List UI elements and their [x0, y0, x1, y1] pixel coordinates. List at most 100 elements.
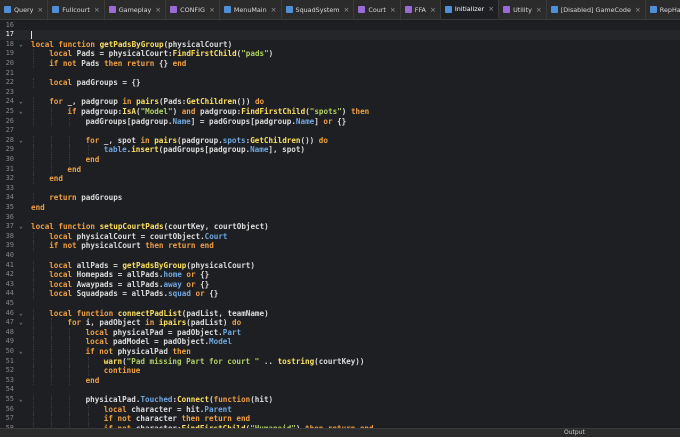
tab-squadsystem[interactable]: SquadSystem × [282, 0, 355, 19]
code-line[interactable]: 31 end [0, 164, 680, 175]
tab-court[interactable]: Court × [354, 0, 401, 19]
code-line[interactable]: 39 if not physicalCourt then return end [0, 241, 680, 251]
tab-gameplay[interactable]: Gameplay × [105, 0, 167, 19]
code-token: Court [204, 231, 228, 241]
close-icon[interactable]: × [488, 5, 494, 13]
code-line[interactable]: 54 [0, 385, 680, 395]
close-icon[interactable]: × [536, 6, 542, 14]
code-line[interactable]: 55 ⌄ physicalPad.Touched:Connect(function(… [0, 394, 680, 405]
indent-guide [51, 404, 53, 415]
tab-config[interactable]: CONFIG × [166, 0, 220, 19]
code-line[interactable]: 43 local Awaypads = allPads.away or {} [0, 279, 680, 290]
code-line[interactable]: 20 if not Pads then return {} end [0, 58, 680, 69]
code-line[interactable]: 18 ⌄ local function getPadsByGroup(physica… [0, 40, 680, 50]
code-token: allPads = [76, 260, 123, 270]
code-line[interactable]: 53 end [0, 375, 680, 386]
line-number: 54 [5, 385, 14, 394]
code-line[interactable]: 56 local character = hit.Parent [0, 404, 680, 415]
code-token: (Pads: [158, 97, 187, 107]
close-icon[interactable]: × [94, 6, 100, 14]
code-line[interactable]: 50 ⌄ if not physicalPad then [0, 346, 680, 357]
close-icon[interactable]: × [430, 6, 436, 14]
script-icon [223, 6, 231, 13]
code-line[interactable]: 34 return padGroups [0, 193, 680, 203]
indent-guide [51, 375, 53, 386]
code-line[interactable]: 37 ⌄ local function setupCourtPads(courtKe… [0, 222, 680, 232]
code-line[interactable]: 46 ⌄ local function connectPadList(padList… [0, 308, 680, 319]
tab-initializer[interactable]: Initializer × [440, 0, 500, 19]
line-number: 18 [5, 39, 14, 48]
code-text: local function getPadsByGroup(physicalCo… [31, 40, 232, 50]
tab-fullcourt[interactable]: Fullcourt × [48, 0, 105, 19]
tab-utility[interactable]: Utility × [499, 0, 547, 19]
tab-query[interactable]: Query × [0, 0, 49, 19]
code-line[interactable]: 40 [0, 251, 680, 261]
fold-chevron-icon[interactable]: ⌄ [19, 395, 23, 405]
code-line[interactable]: 48 local physicalPad = padObject.Part [0, 327, 680, 338]
code-token: or [186, 279, 201, 289]
tab-menumain[interactable]: MenuMain × [220, 0, 282, 19]
code-token: Model [209, 337, 232, 347]
code-line[interactable]: 47 ⌄ for i, padObject in ipairs(padList) d… [0, 318, 680, 328]
tab-ffa[interactable]: FFA × [401, 0, 441, 19]
code-line[interactable]: 24 ⌄ for _, padgroup in pairs(Pads:GetChil… [0, 97, 680, 107]
code-token: local [49, 289, 77, 299]
close-icon[interactable]: × [390, 6, 396, 14]
close-icon[interactable]: × [155, 6, 161, 14]
code-line[interactable]: 32 end [0, 174, 680, 184]
code-line[interactable]: 45 [0, 299, 680, 309]
code-line[interactable]: 57 if not character then return end [0, 414, 680, 424]
indent-guide [33, 49, 34, 59]
code-line[interactable]: 17 [0, 30, 680, 40]
code-line[interactable]: 52 continue [0, 366, 680, 376]
code-line[interactable]: 28 ⌄ for _, spot in pairs(padgroup.spots:G… [0, 135, 680, 146]
code-line[interactable]: 33 [0, 184, 680, 194]
code-line[interactable]: 21 [0, 69, 680, 79]
fold-chevron-icon[interactable]: ⌄ [19, 136, 23, 146]
indent-guide [51, 337, 53, 347]
code-line[interactable]: 16 [0, 21, 680, 31]
code-token: warn [103, 356, 123, 366]
code-line[interactable]: 44 local Squadpads = allPads.squad or {} [0, 289, 680, 299]
fold-chevron-icon[interactable]: ⌄ [19, 222, 23, 232]
code-line[interactable]: 29 table.insert(padGroups[padgroup.Name],… [0, 145, 680, 155]
code-line[interactable]: 30 end [0, 154, 680, 165]
code-token: character = hit. [131, 404, 205, 414]
code-token: pairs [154, 135, 178, 145]
code-token: then [350, 106, 370, 116]
code-line[interactable]: 41 local allPads = getPadsByGroup(physica… [0, 260, 680, 271]
close-icon[interactable]: × [343, 6, 349, 14]
code-line[interactable]: 36 [0, 213, 680, 223]
close-icon[interactable]: × [37, 6, 43, 14]
indent-guide [51, 366, 53, 376]
fold-chevron-icon[interactable]: ⌄ [19, 40, 23, 50]
code-editor[interactable]: 16 17 18 ⌄ local function getPadsByGroup(phy… [0, 20, 680, 428]
code-line[interactable]: 22 local padGroups = {} [0, 78, 680, 88]
code-line[interactable]: 42 local Homepads = allPads.home or {} [0, 270, 680, 280]
close-icon[interactable]: × [209, 6, 215, 14]
code-line[interactable]: 38 local physicalCourt = courtObject.Cour… [0, 231, 680, 242]
close-icon[interactable]: × [635, 6, 641, 14]
code-text: warn("Pad missing Part for court " .. to… [104, 357, 365, 367]
indent-guide [69, 346, 71, 357]
code-line[interactable]: 23 [0, 88, 680, 98]
code-line[interactable]: 25 ⌄ if padgroup:IsA("Model") and padgroup… [0, 106, 680, 117]
script-icon [52, 6, 60, 13]
code-token: .. [259, 356, 278, 366]
fold-chevron-icon[interactable]: ⌄ [19, 107, 23, 117]
code-line[interactable]: 19 local Pads = physicalCourt:FindFirstCh… [0, 49, 680, 59]
fold-chevron-icon[interactable]: ⌄ [19, 97, 23, 107]
code-token: padGroups [81, 193, 123, 203]
close-icon[interactable]: × [271, 6, 277, 14]
tab-disabled-gamecode[interactable]: [Disabled] GameCode × [547, 0, 646, 19]
line-number: 49 [5, 337, 14, 346]
fold-chevron-icon[interactable]: ⌄ [19, 309, 23, 319]
code-line[interactable]: 49 local padModel = padObject.Model [0, 337, 680, 347]
code-line[interactable]: 51 warn("Pad missing Part for court " .. … [0, 356, 680, 367]
tab-rephandler[interactable]: RepHandler× [646, 0, 680, 19]
fold-chevron-icon[interactable]: ⌄ [19, 318, 23, 328]
code-line[interactable]: 35 end [0, 203, 680, 213]
code-line[interactable]: 26 padGroups[padgroup.Name] = padGroups[p… [0, 116, 680, 127]
fold-chevron-icon[interactable]: ⌄ [19, 347, 23, 357]
code-line[interactable]: 27 [0, 126, 680, 136]
